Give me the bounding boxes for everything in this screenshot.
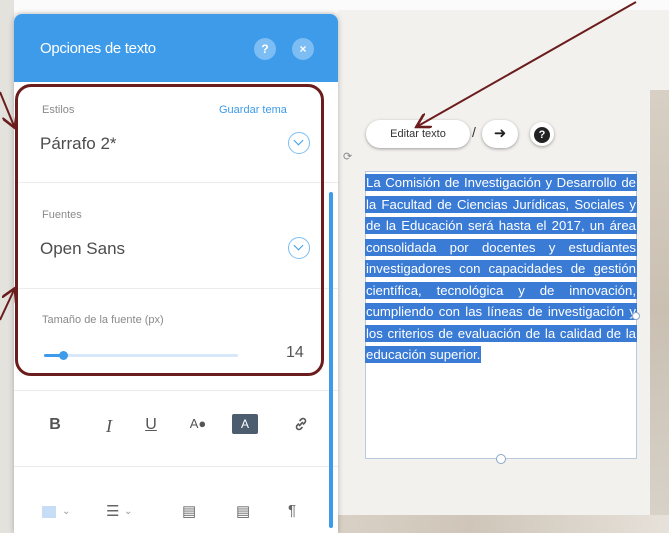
arrow-to-font-size [0, 290, 14, 321]
arrow-to-edit-button [418, 1, 637, 126]
arrow-to-styles [0, 91, 14, 126]
annotation-arrows [0, 1, 637, 321]
